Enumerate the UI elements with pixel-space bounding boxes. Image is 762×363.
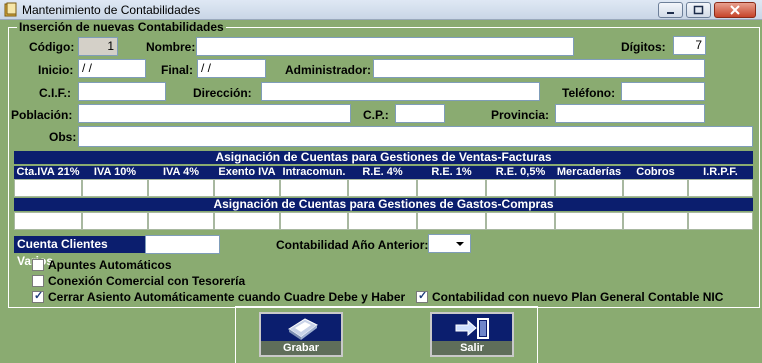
nic-checkbox[interactable]: ✓	[416, 290, 428, 303]
apuntes-label: Apuntes Automáticos	[48, 258, 172, 272]
obs-field[interactable]	[78, 126, 753, 147]
ventas-irpf-field[interactable]	[688, 179, 753, 197]
provincia-field[interactable]	[555, 104, 705, 123]
nombre-field[interactable]	[196, 37, 574, 56]
administrador-field[interactable]	[373, 59, 705, 78]
ventas-cobros-field[interactable]	[623, 179, 688, 197]
gastos-iva-4-field[interactable]	[148, 212, 214, 230]
ventas-re-4-field[interactable]	[348, 179, 417, 197]
exit-door-icon	[455, 318, 489, 339]
close-icon	[730, 5, 740, 15]
poblacion-field[interactable]	[78, 104, 351, 123]
gastos-intracomun-field[interactable]	[280, 212, 348, 230]
col-exento-iva: Exento IVA	[214, 166, 280, 179]
cuenta-clientes-field[interactable]	[145, 235, 220, 254]
col-intracomun: Intracomun.	[280, 166, 348, 179]
cuenta-clientes-label: Cuenta Clientes Varios	[14, 236, 145, 268]
digitos-field[interactable]: 7	[673, 36, 706, 55]
telefono-label: Teléfono:	[562, 86, 616, 100]
provincia-label: Provincia:	[491, 108, 550, 122]
cp-field[interactable]	[395, 104, 445, 123]
ventas-cta-iva-21-field[interactable]	[14, 179, 82, 197]
maximize-button[interactable]	[686, 2, 711, 18]
close-button[interactable]	[714, 2, 756, 18]
direccion-field[interactable]	[261, 82, 540, 101]
gastos-re-05-field[interactable]	[486, 212, 555, 230]
cp-label: C.P.:	[363, 108, 389, 122]
contab-anterior-select[interactable]	[428, 234, 471, 253]
gastos-cta-iva-21-field[interactable]	[14, 212, 82, 230]
col-re-4: R.E. 4%	[348, 166, 417, 179]
inicio-label: Inicio:	[38, 63, 74, 77]
col-re-1: R.E. 1%	[417, 166, 486, 179]
gastos-header: Asignación de Cuentas para Gestiones de …	[14, 198, 753, 211]
gastos-re-4-field[interactable]	[348, 212, 417, 230]
gastos-mercaderias-field[interactable]	[555, 212, 623, 230]
codigo-label: Código:	[29, 40, 75, 54]
cerrar-label: Cerrar Asiento Automáticamente cuando Cu…	[48, 290, 406, 304]
salir-button[interactable]: Salir	[430, 312, 514, 357]
inicio-field[interactable]: / /	[78, 59, 146, 78]
nombre-label: Nombre:	[146, 40, 196, 54]
conexion-label: Conexión Comercial con Tesorería	[48, 274, 246, 288]
contab-anterior-label: Contabilidad Año Anterior:	[276, 238, 429, 252]
cif-label: C.I.F.:	[39, 86, 71, 100]
main-window: Mantenimiento de Contabilidades Inserció…	[0, 0, 762, 363]
ventas-header: Asignación de Cuentas para Gestiones de …	[14, 151, 753, 164]
minimize-button[interactable]	[658, 2, 683, 18]
direccion-label: Dirección:	[193, 86, 252, 100]
poblacion-label: Población:	[11, 108, 73, 122]
gastos-irpf-field[interactable]	[688, 212, 753, 230]
ledger-icon	[4, 2, 17, 17]
administrador-label: Administrador:	[285, 63, 372, 77]
salir-label: Salir	[432, 341, 512, 355]
ventas-re-1-field[interactable]	[417, 179, 486, 197]
gastos-iva-10-field[interactable]	[82, 212, 148, 230]
ventas-intracomun-field[interactable]	[280, 179, 348, 197]
apuntes-checkbox[interactable]	[32, 259, 44, 271]
ventas-exento-iva-field[interactable]	[214, 179, 280, 197]
cif-field[interactable]	[78, 82, 166, 101]
digitos-label: Dígitos:	[621, 40, 666, 54]
group-title: Inserción de nuevas Contabilidades	[17, 20, 226, 34]
ventas-iva-4-field[interactable]	[148, 179, 214, 197]
col-irpf: I.R.P.F.	[688, 166, 753, 179]
check-mark-icon: ✓	[34, 290, 44, 302]
col-cobros: Cobros	[623, 166, 688, 179]
floppy-disk-icon	[288, 318, 318, 340]
final-field[interactable]: / /	[197, 59, 266, 78]
cerrar-checkbox[interactable]: ✓	[32, 290, 44, 303]
chevron-down-icon	[456, 242, 464, 246]
gastos-pagos-field[interactable]	[623, 212, 688, 230]
title-bar: Mantenimiento de Contabilidades	[0, 0, 762, 20]
codigo-field[interactable]: 1	[78, 37, 118, 56]
col-iva-10: IVA 10%	[82, 166, 148, 179]
ventas-re-05-field[interactable]	[486, 179, 555, 197]
col-iva-4: IVA 4%	[148, 166, 214, 179]
col-mercaderias: Mercaderías	[555, 166, 623, 179]
check-mark-icon: ✓	[418, 290, 428, 302]
maximize-icon	[693, 5, 704, 15]
col-re-05: R.E. 0,5%	[486, 166, 555, 179]
grabar-label: Grabar	[261, 341, 341, 355]
gastos-exento-iva-field[interactable]	[214, 212, 280, 230]
minimize-icon	[667, 12, 674, 14]
conexion-checkbox[interactable]	[32, 275, 44, 287]
telefono-field[interactable]	[621, 82, 705, 101]
grabar-button[interactable]: Grabar	[259, 312, 343, 357]
col-cta-iva-21: Cta.IVA 21%	[14, 166, 82, 179]
nic-label: Contabilidad con nuevo Plan General Cont…	[432, 290, 724, 304]
window-title: Mantenimiento de Contabilidades	[22, 3, 201, 17]
final-label: Final:	[161, 63, 193, 77]
ventas-iva-10-field[interactable]	[82, 179, 148, 197]
gastos-re-1-field[interactable]	[417, 212, 486, 230]
obs-label: Obs:	[49, 130, 77, 144]
ventas-mercaderias-field[interactable]	[555, 179, 623, 197]
